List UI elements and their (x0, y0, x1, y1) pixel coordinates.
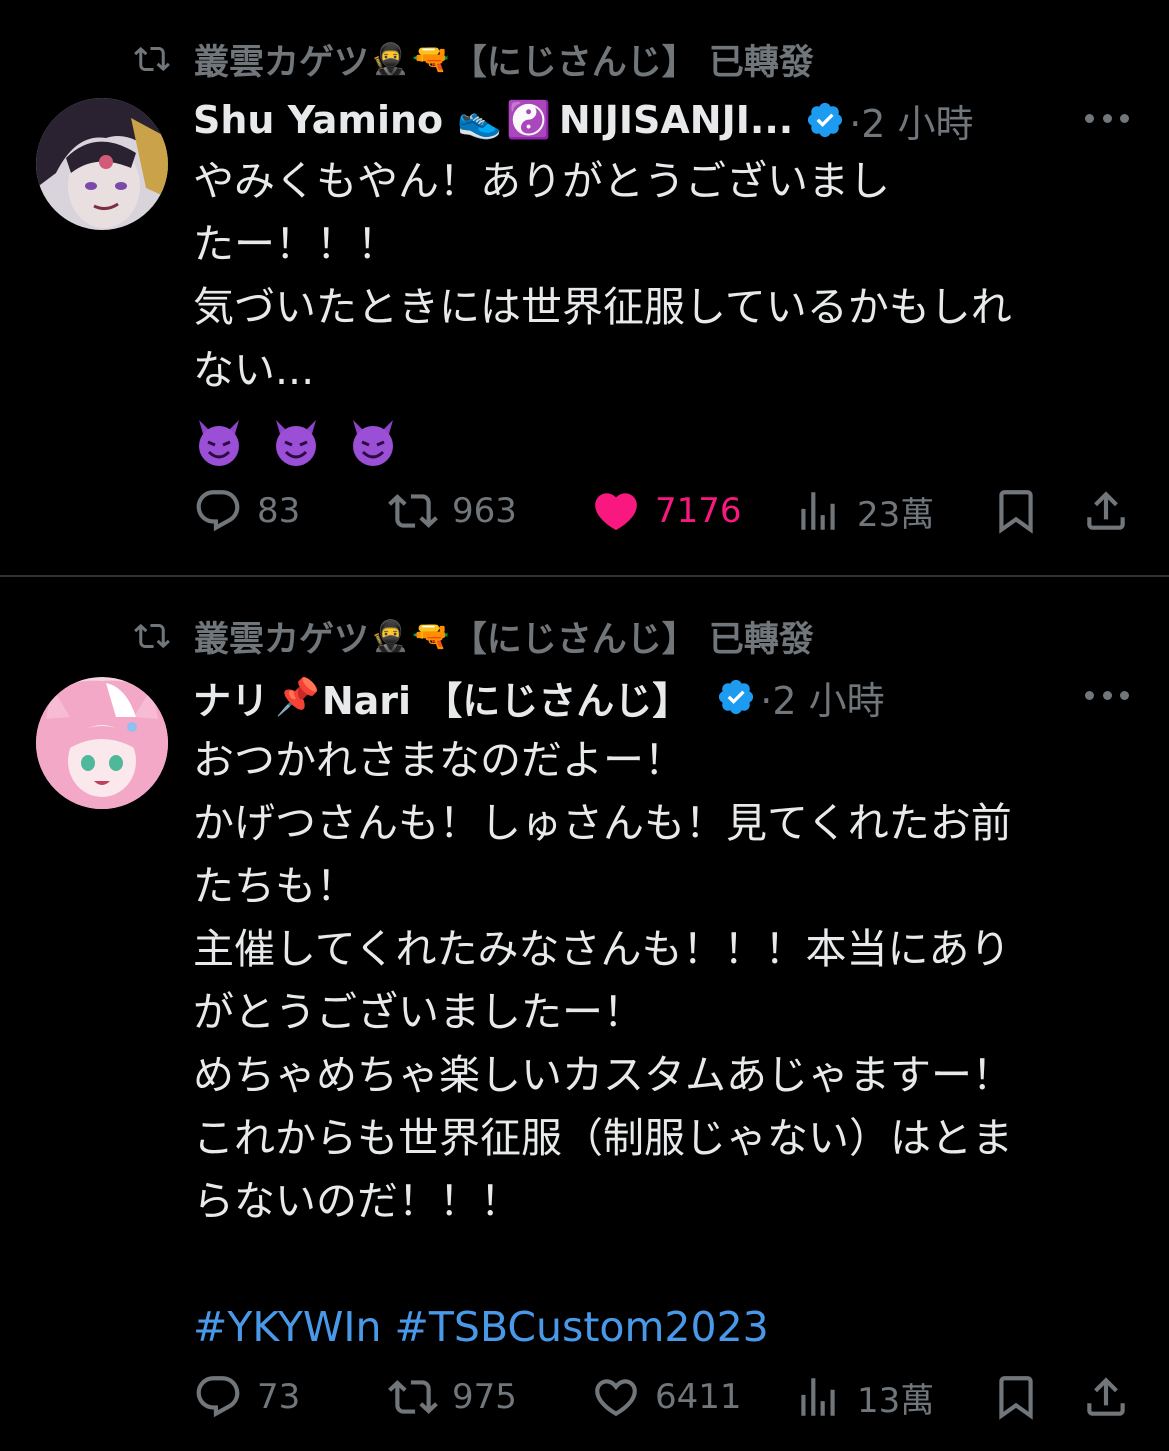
more-options-icon[interactable] (1085, 685, 1129, 705)
tweet-line: めちゃめちゃ楽しいカスタムあじゃますー！ (193, 1051, 1013, 1099)
verified-badge-icon (719, 679, 754, 715)
tweet-line: たちも！ (193, 862, 357, 910)
bookmark-button[interactable] (991, 1367, 1055, 1427)
views-button[interactable]: 23萬 (793, 481, 934, 541)
tweet-header: ナリ 📌 Nari 【にじさんじ】 ·2 小時 (193, 670, 885, 724)
retweeter-name[interactable]: 叢雲カゲツ (194, 611, 369, 662)
avatar-nari[interactable] (36, 677, 168, 809)
tweet-actions: 73 975 6411 13萬 (193, 1367, 1133, 1427)
views-chart-icon (801, 492, 835, 530)
retweet-icon (134, 623, 170, 649)
heart-outline-icon (595, 1379, 637, 1417)
views-button[interactable]: 13萬 (793, 1367, 934, 1427)
retweet-context[interactable]: 叢雲カゲツ 🥷 🔫 【にじさんじ】 已轉發 (130, 611, 814, 661)
like-button[interactable]: 6411 (591, 1367, 742, 1427)
display-name-suffix[interactable]: Nari 【にじさんじ】 (322, 670, 690, 725)
retweet-label: 【にじさんじ】 已轉發 (451, 42, 814, 83)
pushpin-emoji: 📌 (275, 677, 320, 718)
like-count: 6411 (655, 1377, 742, 1417)
smiling-devil-icon (276, 420, 317, 466)
ninja-emoji: 🥷 (371, 618, 409, 654)
bookmark-icon (999, 490, 1033, 534)
retweet-label: 【にじさんじ】 已轉發 (451, 619, 814, 660)
tweet-nari[interactable]: 叢雲カゲツ 🥷 🔫 【にじさんじ】 已轉發 ナリ 📌 Nari 【にじさんじ】 … (0, 577, 1169, 1451)
reply-icon (196, 490, 240, 532)
tweet-actions: 83 963 7176 23萬 (193, 481, 1133, 541)
tweet-line: 気づいたときには世界征服しているかもしれ (193, 283, 1012, 331)
verified-badge-icon (808, 102, 843, 138)
bookmark-icon (999, 1376, 1033, 1420)
retweet-icon (134, 46, 170, 72)
reply-icon (196, 1376, 240, 1418)
shoe-emoji: 👟 (457, 100, 502, 141)
view-count: 13萬 (857, 1380, 935, 1421)
display-name[interactable]: Shu Yamino (193, 98, 443, 142)
heart-filled-icon (595, 493, 637, 531)
like-button[interactable]: 7176 (591, 481, 742, 541)
hashtag-links[interactable]: #YKYWIn #TSBCustom2023 (193, 1296, 1113, 1359)
view-count: 23萬 (857, 494, 935, 535)
ninja-emoji: 🥷 (371, 41, 409, 77)
share-button[interactable] (1081, 1367, 1145, 1427)
timestamp[interactable]: ·2 小時 (760, 670, 884, 725)
retweet-context[interactable]: 叢雲カゲツ 🥷 🔫 【にじさんじ】 已轉發 (130, 34, 814, 84)
share-button[interactable] (1081, 481, 1145, 541)
retweet-count: 963 (452, 491, 517, 531)
smiling-devil-icon (199, 420, 239, 466)
share-icon (1087, 491, 1125, 530)
display-name-suffix[interactable]: NIJISANJI... (559, 98, 793, 142)
retweeter-name[interactable]: 叢雲カゲツ (194, 34, 369, 85)
water-pistol-emoji: 🔫 (412, 41, 450, 77)
share-icon (1087, 1377, 1125, 1416)
avatar-shu[interactable] (36, 98, 168, 230)
more-options-icon[interactable] (1085, 108, 1129, 128)
retweet-count: 975 (452, 1377, 517, 1417)
tweet-text: おつかれさまなのだよー！ かげつさんも！しゅさんも！見てくれたお前 たちも！ 主… (193, 729, 1113, 1359)
tweet-header: Shu Yamino 👟 ☯️ NIJISANJI... ·2 小時 (193, 93, 974, 147)
reply-count: 83 (257, 491, 301, 531)
tweet-line: がとうございましたー！ (193, 988, 644, 1036)
bookmark-button[interactable] (991, 481, 1055, 541)
tweet-line: おつかれさまなのだよー！ (193, 736, 685, 784)
tweet-shu[interactable]: 叢雲カゲツ 🥷 🔫 【にじさんじ】 已轉發 Shu Yamino 👟 ☯️ NI… (0, 0, 1169, 577)
reply-button[interactable]: 83 (193, 481, 300, 541)
display-name[interactable]: ナリ (193, 670, 269, 725)
tweet-line: これからも世界征服（制服じゃない）はとま (193, 1114, 1013, 1162)
smiling-devil-icon (353, 420, 394, 466)
timestamp[interactable]: ·2 小時 (849, 93, 973, 148)
tweet-line: 主催してくれたみなさんも！！！本当にあり (193, 925, 1011, 973)
tweet-line: かげつさんも！しゅさんも！見てくれたお前 (193, 799, 1012, 847)
retweet-button[interactable]: 975 (388, 1367, 517, 1427)
reply-count: 73 (257, 1377, 301, 1417)
retweet-button[interactable]: 963 (388, 481, 517, 541)
water-pistol-emoji: 🔫 (412, 618, 450, 654)
tweet-line: らないのだ！！！ (193, 1177, 521, 1225)
emoji-line (193, 402, 1113, 471)
tweet-line: ない... (193, 346, 315, 394)
tweet-text: やみくもやん！ありがとうございまし たー！！！ 気づいたときには世界征服している… (193, 150, 1113, 471)
tweet-line: やみくもやん！ありがとうございまし (193, 157, 890, 205)
views-chart-icon (801, 1378, 835, 1416)
reply-button[interactable]: 73 (193, 1367, 300, 1427)
retweet-icon (388, 494, 438, 528)
retweet-icon (388, 1380, 438, 1414)
like-count: 7176 (655, 491, 742, 531)
tweet-line: たー！！！ (193, 220, 398, 268)
yin-yang-emoji: ☯️ (505, 100, 551, 141)
